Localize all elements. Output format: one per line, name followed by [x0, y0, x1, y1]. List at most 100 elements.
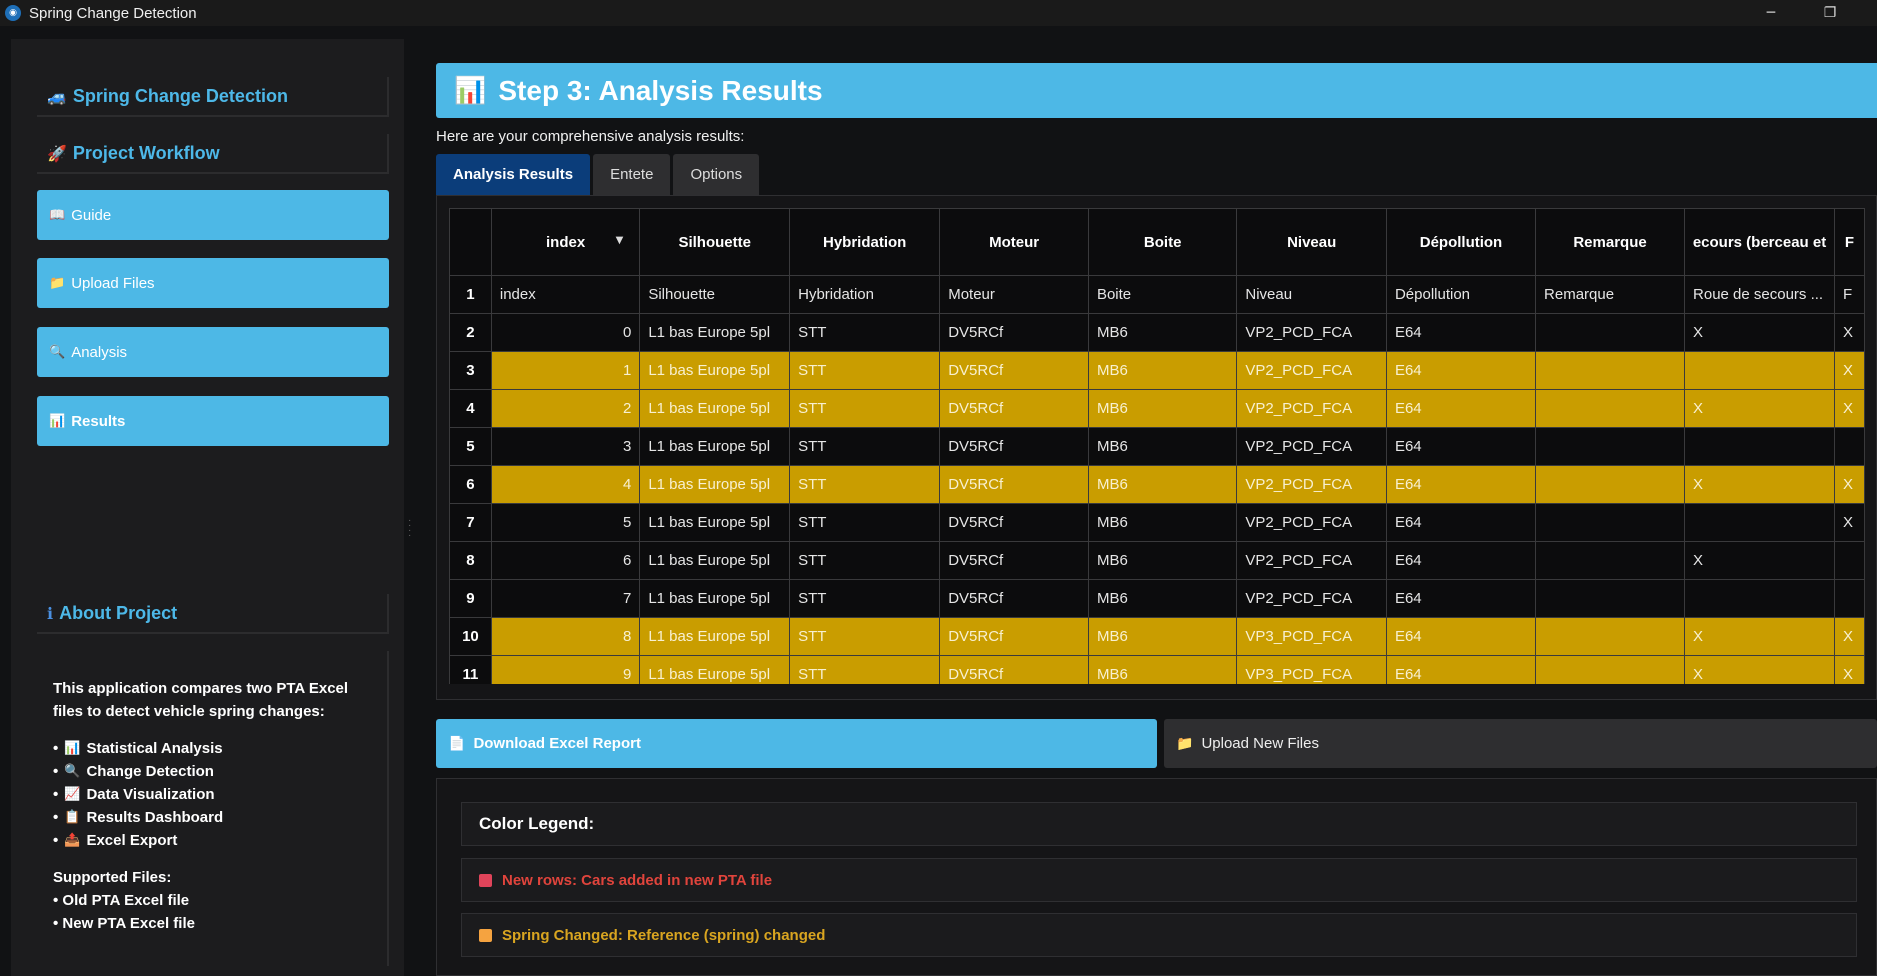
table-cell[interactable]: L1 bas Europe 5pl — [639, 579, 791, 618]
row-number[interactable]: 6 — [449, 465, 492, 504]
table-cell[interactable]: Roue de secours ... — [1684, 275, 1835, 314]
table-cell[interactable] — [1684, 427, 1835, 466]
table-cell[interactable]: index — [490, 275, 641, 314]
table-cell[interactable]: 3 — [490, 427, 641, 466]
table-row[interactable]: 2 0 L1 bas Europe 5pl STT DV5RCf MB6 VP2_PCD_F… — [449, 313, 1865, 352]
table-cell[interactable]: L1 bas Europe 5pl — [639, 427, 791, 466]
column-header[interactable]: Niveau — [1236, 208, 1387, 276]
table-cell[interactable] — [1684, 579, 1835, 618]
table-cell[interactable]: E64 — [1385, 313, 1537, 352]
table-cell[interactable]: STT — [789, 427, 941, 466]
table-cell[interactable]: MB6 — [1087, 313, 1238, 352]
table-cell[interactable]: MB6 — [1087, 503, 1238, 542]
table-cell[interactable]: Moteur — [939, 275, 1089, 314]
table-cell[interactable]: VP3_PCD_FCA — [1236, 617, 1387, 656]
table-cell[interactable]: Silhouette — [639, 275, 791, 314]
table-cell[interactable]: MB6 — [1087, 655, 1238, 684]
table-cell[interactable]: Hybridation — [789, 275, 941, 314]
table-cell[interactable]: 9 — [490, 655, 641, 684]
table-cell[interactable]: E64 — [1385, 351, 1537, 390]
column-header[interactable]: index ▼ — [490, 208, 641, 276]
row-number[interactable]: 1 — [449, 275, 492, 314]
table-cell[interactable]: DV5RCf — [939, 503, 1089, 542]
row-number[interactable]: 2 — [449, 313, 492, 352]
download-excel-button[interactable]: 📄 Download Excel Report — [436, 719, 1157, 768]
table-cell[interactable]: E64 — [1385, 427, 1537, 466]
column-header[interactable]: Hybridation — [789, 208, 941, 276]
table-cell[interactable] — [1535, 655, 1686, 684]
table-cell[interactable]: Remarque — [1535, 275, 1686, 314]
table-row[interactable]: 9 7 L1 bas Europe 5pl STT DV5RCf MB6 VP2_PCD_F… — [449, 579, 1865, 618]
table-cell[interactable]: X — [1684, 313, 1835, 352]
minimize-button[interactable]: ─ — [1748, 0, 1794, 26]
table-cell[interactable]: X — [1833, 465, 1865, 504]
table-cell[interactable]: VP2_PCD_FCA — [1236, 579, 1387, 618]
column-header[interactable]: ecours (berceau et — [1684, 208, 1835, 276]
table-cell[interactable]: X — [1833, 655, 1865, 684]
table-row[interactable]: 11 9 L1 bas Europe 5pl STT DV5RCf MB6 VP3_PCD_… — [449, 655, 1865, 684]
table-row[interactable]: 8 6 L1 bas Europe 5pl STT DV5RCf MB6 VP2_PCD_F… — [449, 541, 1865, 580]
table-cell[interactable]: X — [1833, 313, 1865, 352]
table-cell[interactable]: F — [1833, 275, 1865, 314]
table-cell[interactable] — [1833, 427, 1865, 466]
row-number[interactable]: 4 — [449, 389, 492, 428]
table-cell[interactable] — [1535, 389, 1686, 428]
table-cell[interactable]: X — [1684, 541, 1835, 580]
column-header[interactable]: Silhouette — [639, 208, 791, 276]
table-cell[interactable]: X — [1833, 503, 1865, 542]
table-cell[interactable] — [1535, 313, 1686, 352]
table-cell[interactable]: L1 bas Europe 5pl — [639, 313, 791, 352]
row-number[interactable]: 10 — [449, 617, 492, 656]
table-cell[interactable]: E64 — [1385, 579, 1537, 618]
table-cell[interactable]: STT — [789, 389, 941, 428]
table-row[interactable]: 10 8 L1 bas Europe 5pl STT DV5RCf MB6 VP3_PCD_… — [449, 617, 1865, 656]
table-cell[interactable]: STT — [789, 579, 941, 618]
table-cell[interactable]: X — [1833, 351, 1865, 390]
table-cell[interactable]: 5 — [490, 503, 641, 542]
table-cell[interactable]: DV5RCf — [939, 465, 1089, 504]
row-number[interactable]: 3 — [449, 351, 492, 390]
table-row[interactable]: 5 3 L1 bas Europe 5pl STT DV5RCf MB6 VP2_PCD_F… — [449, 427, 1865, 466]
table-cell[interactable]: E64 — [1385, 503, 1537, 542]
table-cell[interactable]: MB6 — [1087, 579, 1238, 618]
nav-analysis-button[interactable]: 🔍 Analysis — [37, 327, 389, 377]
table-cell[interactable]: MB6 — [1087, 351, 1238, 390]
row-number[interactable]: 8 — [449, 541, 492, 580]
table-row[interactable]: 6 4 L1 bas Europe 5pl STT DV5RCf MB6 VP2_PCD_F… — [449, 465, 1865, 504]
table-cell[interactable]: VP2_PCD_FCA — [1236, 465, 1387, 504]
table-cell[interactable]: E64 — [1385, 541, 1537, 580]
table-cell[interactable]: STT — [789, 465, 941, 504]
table-cell[interactable] — [1535, 427, 1686, 466]
table-cell[interactable]: VP2_PCD_FCA — [1236, 427, 1387, 466]
table-cell[interactable] — [1833, 579, 1865, 618]
table-cell[interactable]: DV5RCf — [939, 313, 1089, 352]
table-cell[interactable]: VP3_PCD_FCA — [1236, 655, 1387, 684]
row-number[interactable]: 11 — [449, 655, 492, 684]
table-cell[interactable] — [1535, 503, 1686, 542]
table-cell[interactable]: X — [1684, 389, 1835, 428]
table-cell[interactable]: Boite — [1087, 275, 1238, 314]
column-header[interactable]: F — [1833, 208, 1865, 276]
table-cell[interactable]: 2 — [490, 389, 641, 428]
table-cell[interactable]: E64 — [1385, 655, 1537, 684]
table-cell[interactable]: X — [1684, 655, 1835, 684]
table-cell[interactable]: VP2_PCD_FCA — [1236, 503, 1387, 542]
table-cell[interactable]: DV5RCf — [939, 579, 1089, 618]
table-cell[interactable] — [1535, 617, 1686, 656]
column-header[interactable]: Dépollution — [1385, 208, 1537, 276]
table-cell[interactable]: X — [1833, 389, 1865, 428]
row-number[interactable]: 7 — [449, 503, 492, 542]
table-cell[interactable] — [1833, 541, 1865, 580]
table-cell[interactable]: Niveau — [1236, 275, 1387, 314]
upload-new-files-button[interactable]: 📁 Upload New Files — [1164, 719, 1877, 768]
column-header[interactable]: Boite — [1087, 208, 1238, 276]
table-cell[interactable]: VP2_PCD_FCA — [1236, 351, 1387, 390]
table-cell[interactable]: DV5RCf — [939, 389, 1089, 428]
table-cell[interactable]: E64 — [1385, 465, 1537, 504]
nav-results-button[interactable]: 📊 Results — [37, 396, 389, 446]
table-cell[interactable]: DV5RCf — [939, 655, 1089, 684]
table-cell[interactable]: X — [1833, 617, 1865, 656]
table-cell[interactable]: STT — [789, 655, 941, 684]
row-number[interactable]: 9 — [449, 579, 492, 618]
table-row[interactable]: 7 5 L1 bas Europe 5pl STT DV5RCf MB6 VP2_PCD_F… — [449, 503, 1865, 542]
